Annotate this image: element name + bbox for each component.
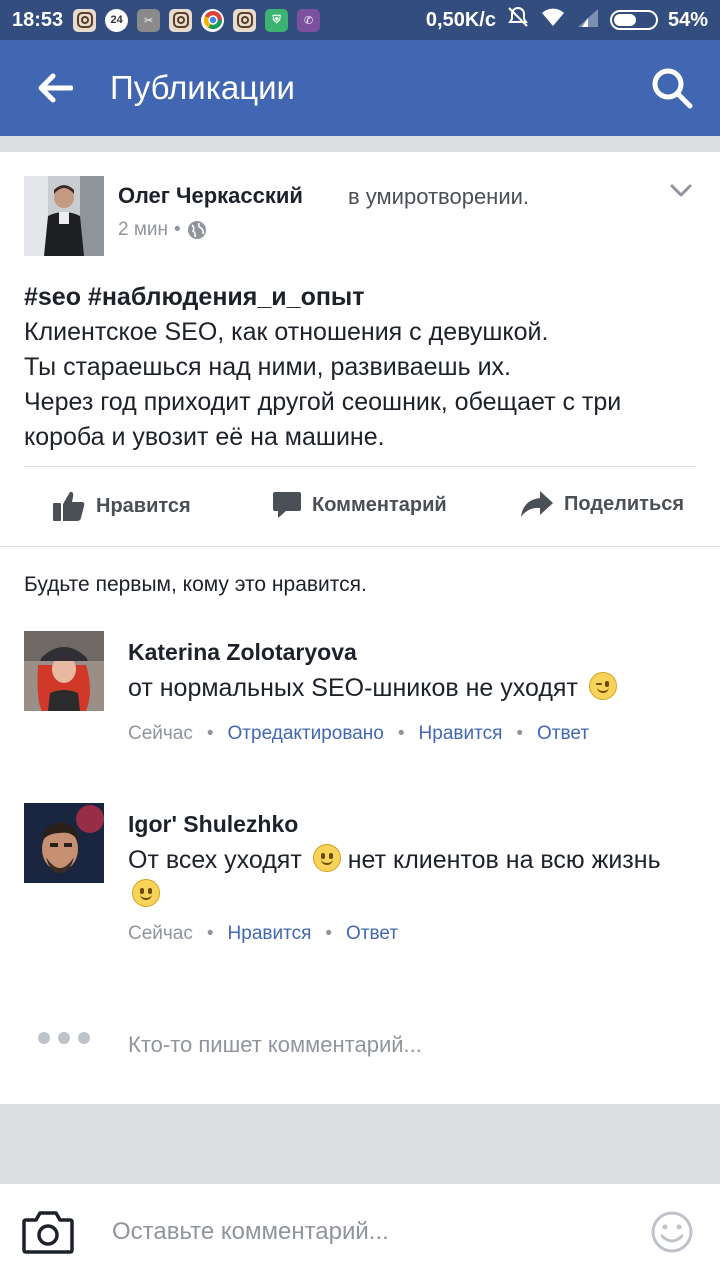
post: Олег Черкасский в умиротворении. 2 мин •… bbox=[0, 152, 720, 546]
comment-like-link[interactable]: Нравится bbox=[419, 723, 503, 745]
app-bar: Публикации bbox=[0, 40, 720, 136]
comment-time: Сейчас bbox=[128, 923, 193, 944]
post-options-button[interactable] bbox=[664, 174, 698, 208]
edited-link[interactable]: Отредактировано bbox=[228, 723, 384, 745]
status-bar: 18:53 24 ✂ ⛨ ✆ 0,50K/c 54% bbox=[0, 0, 720, 40]
camera-icon bbox=[22, 1211, 74, 1254]
meta-dot: • bbox=[206, 923, 214, 944]
meta-dot: • bbox=[397, 723, 405, 744]
commenter-avatar[interactable] bbox=[24, 803, 104, 883]
meta-dot: • bbox=[206, 723, 214, 744]
status-right: 0,50K/c 54% bbox=[426, 5, 708, 35]
like-label: Нравится bbox=[96, 494, 191, 517]
battery-fill bbox=[613, 14, 636, 26]
comment-button[interactable]: Комментарий bbox=[272, 490, 447, 520]
comment-time: Сейчас bbox=[128, 723, 193, 744]
comment-body-part-1: От всех уходят bbox=[128, 846, 302, 874]
actions-separator bbox=[0, 546, 720, 547]
globe-icon bbox=[187, 221, 206, 239]
post-feeling: в умиротворении. bbox=[348, 184, 530, 209]
signal-icon bbox=[576, 7, 600, 33]
comment-input[interactable] bbox=[112, 1218, 612, 1246]
thumbs-up-icon bbox=[53, 491, 85, 521]
post-author[interactable]: Олег Черкасский bbox=[118, 183, 303, 209]
comment-meta: Сейчас • Нравится • Ответ bbox=[128, 923, 398, 945]
smiley-icon bbox=[651, 1211, 693, 1253]
share-label: Поделиться bbox=[564, 492, 685, 515]
author-avatar[interactable] bbox=[24, 176, 104, 256]
post-time[interactable]: 2 мин bbox=[118, 219, 168, 241]
comment-like-link[interactable]: Нравится bbox=[228, 923, 312, 945]
meta-dot: • bbox=[325, 923, 333, 944]
comment-composer bbox=[0, 1184, 720, 1280]
post-actions: Нравится Комментарий Поделиться bbox=[0, 468, 720, 546]
back-button[interactable] bbox=[0, 40, 110, 136]
composer-spacer bbox=[0, 1104, 720, 1184]
network-speed: 0,50K/c bbox=[425, 8, 496, 31]
typing-dot bbox=[38, 1032, 50, 1044]
comment-meta: Сейчас • Отредактировано • Нравится • От… bbox=[128, 723, 589, 745]
typing-text: Кто-то пишет комментарий... bbox=[128, 1032, 422, 1057]
search-icon bbox=[652, 68, 693, 109]
comment-reply-link[interactable]: Ответ bbox=[346, 923, 398, 945]
post-hashtags[interactable]: #seo #наблюдения_и_опыт bbox=[24, 280, 704, 315]
battery-percent: 54% bbox=[667, 8, 708, 31]
camera-button[interactable] bbox=[22, 1210, 74, 1254]
like-button[interactable]: Нравится bbox=[52, 490, 191, 522]
post-line-3: Через год приходит другой сеошник, обеща… bbox=[24, 388, 622, 451]
comment-item: Igor' Shulezhko От всех уходят нет клиен… bbox=[0, 803, 720, 953]
scissors-notification-icon: ✂ bbox=[137, 8, 161, 32]
first-like-prompt: Будьте первым, кому это нравится. bbox=[24, 573, 367, 596]
comment-icon bbox=[273, 492, 301, 518]
post-line-1: Клиентское SEO, как отношения с девушкой… bbox=[24, 318, 549, 346]
share-button[interactable]: Поделиться bbox=[520, 490, 684, 518]
battery-icon bbox=[609, 10, 658, 30]
shield-notification-icon: ⛨ bbox=[265, 8, 289, 32]
meta-dot: • bbox=[516, 723, 524, 744]
comment-text: От всех уходят нет клиентов на всю жизнь bbox=[128, 843, 688, 913]
post-meta: 2 мин • bbox=[118, 219, 207, 241]
instagram-notification-icon-3 bbox=[233, 8, 257, 32]
mute-icon bbox=[506, 5, 530, 35]
instagram-notification-icon bbox=[73, 8, 97, 32]
smile-emoji-icon bbox=[312, 844, 341, 872]
comment-text: от нормальных SEO-шников не уходят bbox=[128, 671, 688, 706]
meta-dot: • bbox=[174, 219, 181, 240]
wink-emoji-icon bbox=[588, 672, 617, 700]
typing-dot bbox=[58, 1032, 70, 1044]
feed-separator bbox=[0, 136, 720, 152]
typing-dot bbox=[78, 1032, 90, 1044]
comment-reply-link[interactable]: Ответ bbox=[537, 723, 589, 745]
notification-icons: 24 ✂ ⛨ ✆ bbox=[73, 8, 321, 32]
share-icon bbox=[521, 491, 553, 517]
viber-notification-icon: ✆ bbox=[297, 8, 321, 32]
commenter-name[interactable]: Igor' Shulezhko bbox=[128, 811, 298, 838]
comment-label: Комментарий bbox=[312, 493, 447, 516]
instagram-notification-icon-2 bbox=[169, 8, 193, 32]
post-body: #seo #наблюдения_и_опыт Клиентское SEO, … bbox=[24, 280, 704, 455]
chrome-notification-icon bbox=[201, 8, 225, 32]
arrow-left-icon bbox=[38, 73, 73, 103]
search-button[interactable] bbox=[624, 40, 720, 136]
comment-body-part-2: нет клиентов на всю жизнь bbox=[347, 846, 661, 874]
page-title: Публикации bbox=[110, 69, 295, 106]
comment-body: от нормальных SEO-шников не уходят bbox=[128, 674, 578, 702]
commenter-name[interactable]: Katerina Zolotaryova bbox=[128, 639, 357, 666]
emoji-picker-button[interactable] bbox=[650, 1210, 694, 1254]
chevron-down-icon bbox=[670, 184, 692, 197]
commenter-avatar[interactable] bbox=[24, 631, 104, 711]
typing-indicator-icon bbox=[38, 1032, 90, 1044]
smile-emoji-icon bbox=[132, 879, 160, 907]
comment-item: Katerina Zolotaryova от нормальных SEO-ш… bbox=[0, 631, 720, 751]
post-divider bbox=[24, 466, 696, 467]
post-line-2: Ты стараешься над ними, развиваешь их. bbox=[24, 353, 511, 381]
calendar-24-icon: 24 bbox=[105, 8, 129, 32]
wifi-icon bbox=[540, 6, 566, 34]
status-time: 18:53 bbox=[12, 8, 64, 31]
